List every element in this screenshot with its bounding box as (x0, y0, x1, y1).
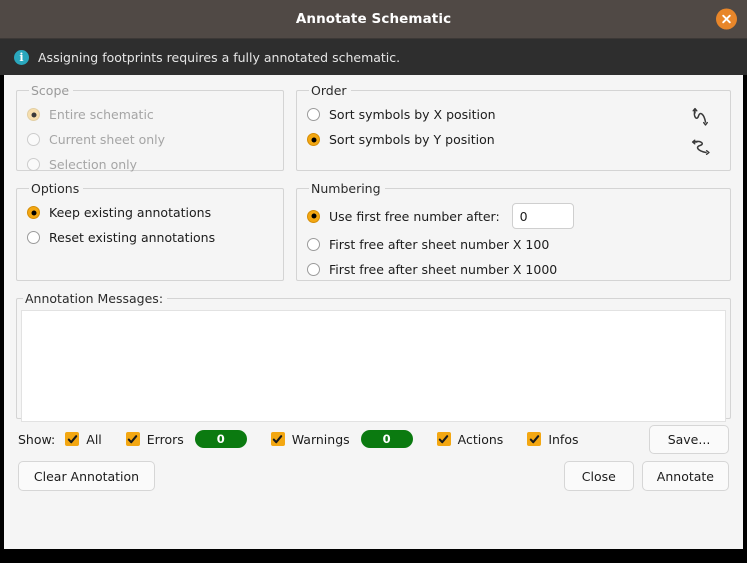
annotation-messages-legend: Annotation Messages: (23, 291, 167, 306)
radio-sort-by-x[interactable] (307, 108, 320, 121)
info-circle-icon: i (14, 50, 29, 65)
scope-legend: Scope (29, 83, 73, 98)
clear-annotation-button[interactable]: Clear Annotation (18, 461, 155, 491)
radio-reset-existing-annotations[interactable] (27, 231, 40, 244)
scope-option-selection-only: Selection only (27, 152, 273, 177)
close-window-icon[interactable] (716, 9, 737, 30)
numbering-item-label: Use first free number after: (329, 209, 500, 224)
order-option-sort-by-y[interactable]: Sort symbols by Y position (307, 127, 688, 152)
numbering-use-first-free-number-row: Use first free number after: (307, 200, 720, 232)
radio-keep-existing-annotations[interactable] (27, 206, 40, 219)
filter-label: Actions (458, 432, 504, 447)
scope-option-entire-schematic: Entire schematic (27, 102, 273, 127)
order-option-sort-by-x[interactable]: Sort symbols by X position (307, 102, 688, 127)
options-reset-existing-annotations[interactable]: Reset existing annotations (27, 225, 273, 250)
numbering-first-free-after-sheet-x100[interactable]: First free after sheet number X 100 (307, 232, 720, 257)
filter-warnings[interactable]: Warnings 0 (271, 430, 413, 448)
checkbox-actions-icon[interactable] (437, 432, 451, 446)
window-bottom-edge (0, 549, 747, 563)
filter-label: Infos (548, 432, 578, 447)
options-legend: Options (29, 181, 83, 196)
scope-option-label: Entire schematic (49, 107, 154, 122)
radio-use-first-free-number[interactable] (307, 210, 320, 223)
window-title: Annotate Schematic (296, 11, 451, 27)
numbering-first-free-after-sheet-x1000[interactable]: First free after sheet number X 1000 (307, 257, 720, 282)
order-option-label: Sort symbols by X position (329, 107, 496, 122)
annotation-messages-group: Annotation Messages: (16, 291, 731, 419)
scope-option-label: Current sheet only (49, 132, 165, 147)
order-option-label: Sort symbols by Y position (329, 132, 495, 147)
annotate-schematic-dialog: Annotate Schematic i Assigning footprint… (0, 0, 747, 563)
options-group: Options Keep existing annotations Reset … (16, 181, 284, 281)
filter-all[interactable]: All (65, 432, 102, 447)
radio-current-sheet-only (27, 133, 40, 146)
filter-infos[interactable]: Infos (527, 432, 578, 447)
filter-label: Errors (147, 432, 184, 447)
save-button[interactable]: Save... (649, 425, 729, 454)
dialog-footer: Clear Annotation Close Annotate (16, 459, 731, 491)
filter-errors[interactable]: Errors 0 (126, 430, 247, 448)
options-item-label: Reset existing annotations (49, 230, 215, 245)
dialog-content: Scope Entire schematic Current sheet onl… (0, 75, 747, 549)
sort-direction-icons (688, 102, 720, 164)
checkbox-all-icon[interactable] (65, 432, 79, 446)
scope-group: Scope Entire schematic Current sheet onl… (16, 83, 284, 171)
radio-entire-schematic (27, 108, 40, 121)
numbering-use-first-free-number[interactable]: Use first free number after: (307, 209, 500, 224)
scope-option-current-sheet-only: Current sheet only (27, 127, 273, 152)
order-legend: Order (309, 83, 351, 98)
numbering-item-label: First free after sheet number X 100 (329, 237, 549, 252)
numbering-item-label: First free after sheet number X 1000 (329, 262, 557, 277)
options-item-label: Keep existing annotations (49, 205, 211, 220)
info-bar: i Assigning footprints requires a fully … (0, 39, 747, 75)
radio-first-free-after-sheet-x100[interactable] (307, 238, 320, 251)
radio-selection-only (27, 158, 40, 171)
checkbox-errors-icon[interactable] (126, 432, 140, 446)
numbering-legend: Numbering (309, 181, 385, 196)
filter-label: Warnings (292, 432, 350, 447)
annotation-messages-box[interactable] (21, 310, 726, 422)
radio-first-free-after-sheet-x1000[interactable] (307, 263, 320, 276)
filter-actions[interactable]: Actions (437, 432, 504, 447)
sort-horizontal-serpentine-icon (688, 135, 714, 164)
show-label: Show: (18, 432, 55, 447)
checkbox-infos-icon[interactable] (527, 432, 541, 446)
options-keep-existing-annotations[interactable]: Keep existing annotations (27, 200, 273, 225)
first-free-number-input[interactable] (512, 203, 574, 229)
warnings-count-badge: 0 (361, 430, 413, 448)
radio-sort-by-y[interactable] (307, 133, 320, 146)
sort-vertical-serpentine-icon (688, 104, 714, 133)
errors-count-badge: 0 (195, 430, 247, 448)
filter-label: All (86, 432, 102, 447)
numbering-group: Numbering Use first free number after: F… (296, 181, 731, 281)
options-numbering-row: Options Keep existing annotations Reset … (16, 181, 731, 281)
title-bar: Annotate Schematic (0, 0, 747, 39)
annotate-button[interactable]: Annotate (642, 461, 729, 491)
show-filters-row: Show: All Errors 0 Warnings 0 (16, 419, 731, 459)
scope-order-row: Scope Entire schematic Current sheet onl… (16, 83, 731, 171)
close-button[interactable]: Close (564, 461, 634, 491)
scope-option-label: Selection only (49, 157, 137, 172)
info-bar-message: Assigning footprints requires a fully an… (38, 50, 400, 65)
order-group: Order Sort symbols by X position Sort sy… (296, 83, 731, 171)
checkbox-warnings-icon[interactable] (271, 432, 285, 446)
